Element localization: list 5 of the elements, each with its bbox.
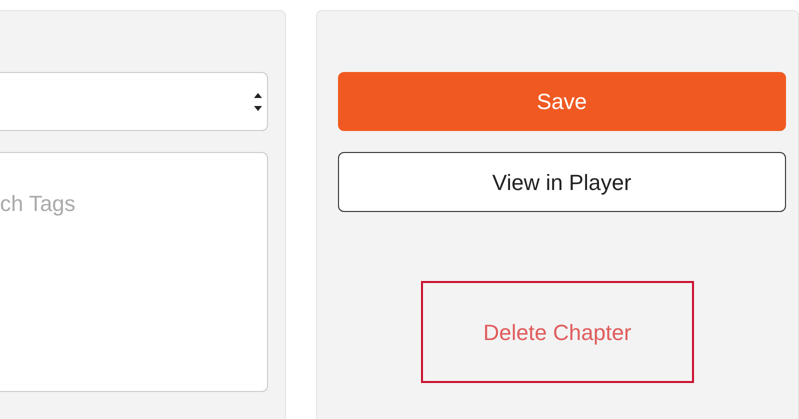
view-in-player-button[interactable]: View in Player — [338, 152, 786, 212]
delete-chapter-link[interactable]: Delete Chapter — [420, 281, 694, 383]
tags-field[interactable]: ch Tags — [0, 152, 268, 392]
select-field[interactable] — [0, 72, 268, 131]
save-button[interactable]: Save — [338, 72, 786, 131]
